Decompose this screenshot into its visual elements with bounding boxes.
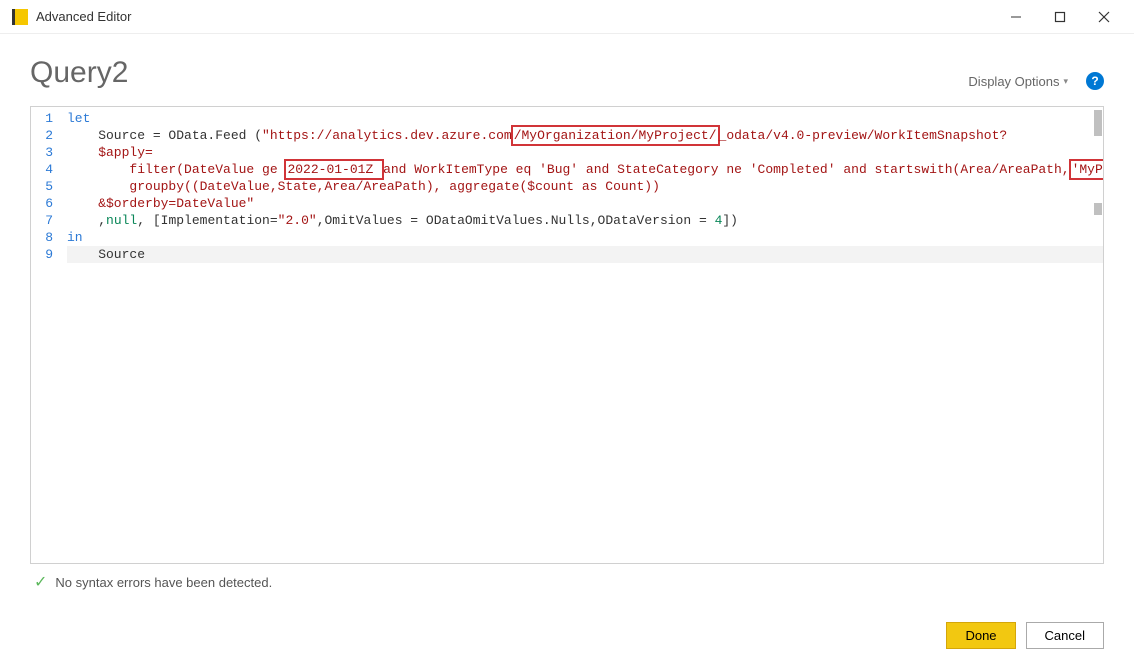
code-editor[interactable]: 1 2 3 4 5 6 7 8 9 let Source = OData.Fee… <box>30 106 1104 564</box>
code-line-2: Source = OData.Feed ("https://analytics.… <box>67 127 1103 144</box>
titlebar: Advanced Editor <box>0 0 1134 34</box>
check-icon: ✓ <box>34 572 47 592</box>
window-title: Advanced Editor <box>36 9 994 24</box>
footer: Done Cancel <box>946 622 1104 649</box>
display-options-dropdown[interactable]: Display Options ▾ <box>968 74 1068 89</box>
app-icon <box>12 9 28 25</box>
code-area[interactable]: let Source = OData.Feed ("https://analyt… <box>61 107 1103 563</box>
gutter: 1 2 3 4 5 6 7 8 9 <box>31 107 61 563</box>
code-line-9: Source <box>67 246 1103 263</box>
chevron-down-icon: ▾ <box>1063 76 1068 87</box>
query-title: Query2 <box>30 56 128 90</box>
cancel-button[interactable]: Cancel <box>1026 622 1104 649</box>
code-line-3: $apply= <box>67 144 1103 161</box>
maximize-button[interactable] <box>1038 3 1082 31</box>
display-options-label: Display Options <box>968 74 1059 89</box>
code-line-8: in <box>67 229 1103 246</box>
scrollbar-thumb[interactable] <box>1094 110 1102 136</box>
scrollbar-marker <box>1094 203 1102 215</box>
status-row: ✓ No syntax errors have been detected. <box>0 564 1134 592</box>
done-button[interactable]: Done <box>946 622 1015 649</box>
code-line-4: filter(DateValue ge 2022-01-01Z and Work… <box>67 161 1103 178</box>
code-line-7: ,null, [Implementation="2.0",OmitValues … <box>67 212 1103 229</box>
code-line-5: groupby((DateValue,State,Area/AreaPath),… <box>67 178 1103 195</box>
header-right: Display Options ▾ ? <box>968 72 1104 90</box>
minimize-button[interactable] <box>994 3 1038 31</box>
header-row: Query2 Display Options ▾ ? <box>0 34 1134 106</box>
window-controls <box>994 3 1126 31</box>
status-text: No syntax errors have been detected. <box>55 575 272 590</box>
help-icon[interactable]: ? <box>1086 72 1104 90</box>
close-button[interactable] <box>1082 3 1126 31</box>
code-line-6: &$orderby=DateValue" <box>67 195 1103 212</box>
